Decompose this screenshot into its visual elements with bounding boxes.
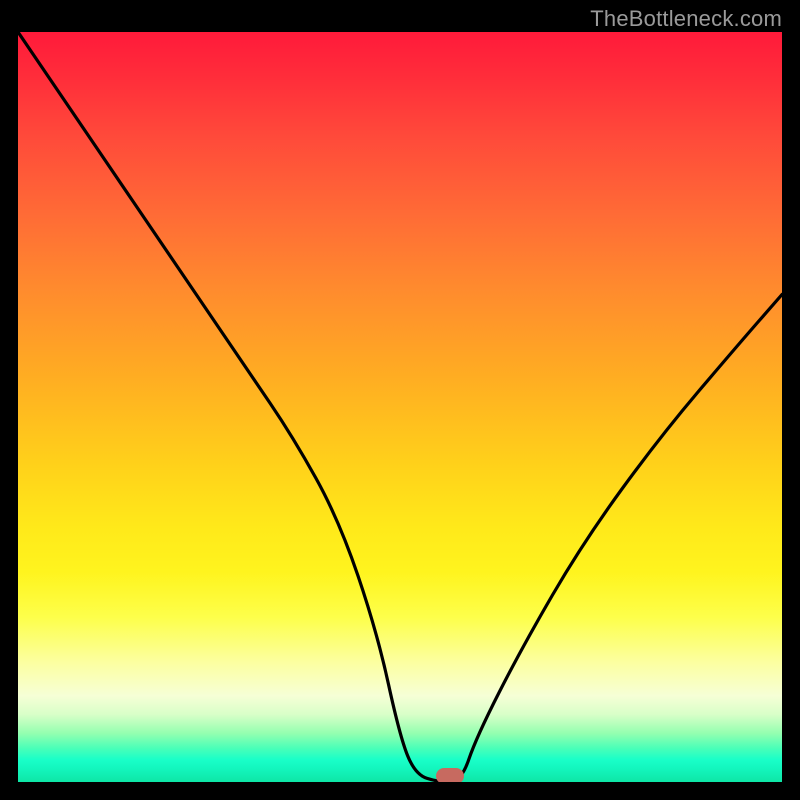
watermark-text: TheBottleneck.com — [590, 6, 782, 32]
chart-frame: TheBottleneck.com — [0, 0, 800, 800]
bottleneck-curve — [18, 32, 782, 782]
plot-area — [18, 32, 782, 782]
curve-layer — [18, 32, 782, 782]
optimal-marker — [436, 768, 464, 782]
